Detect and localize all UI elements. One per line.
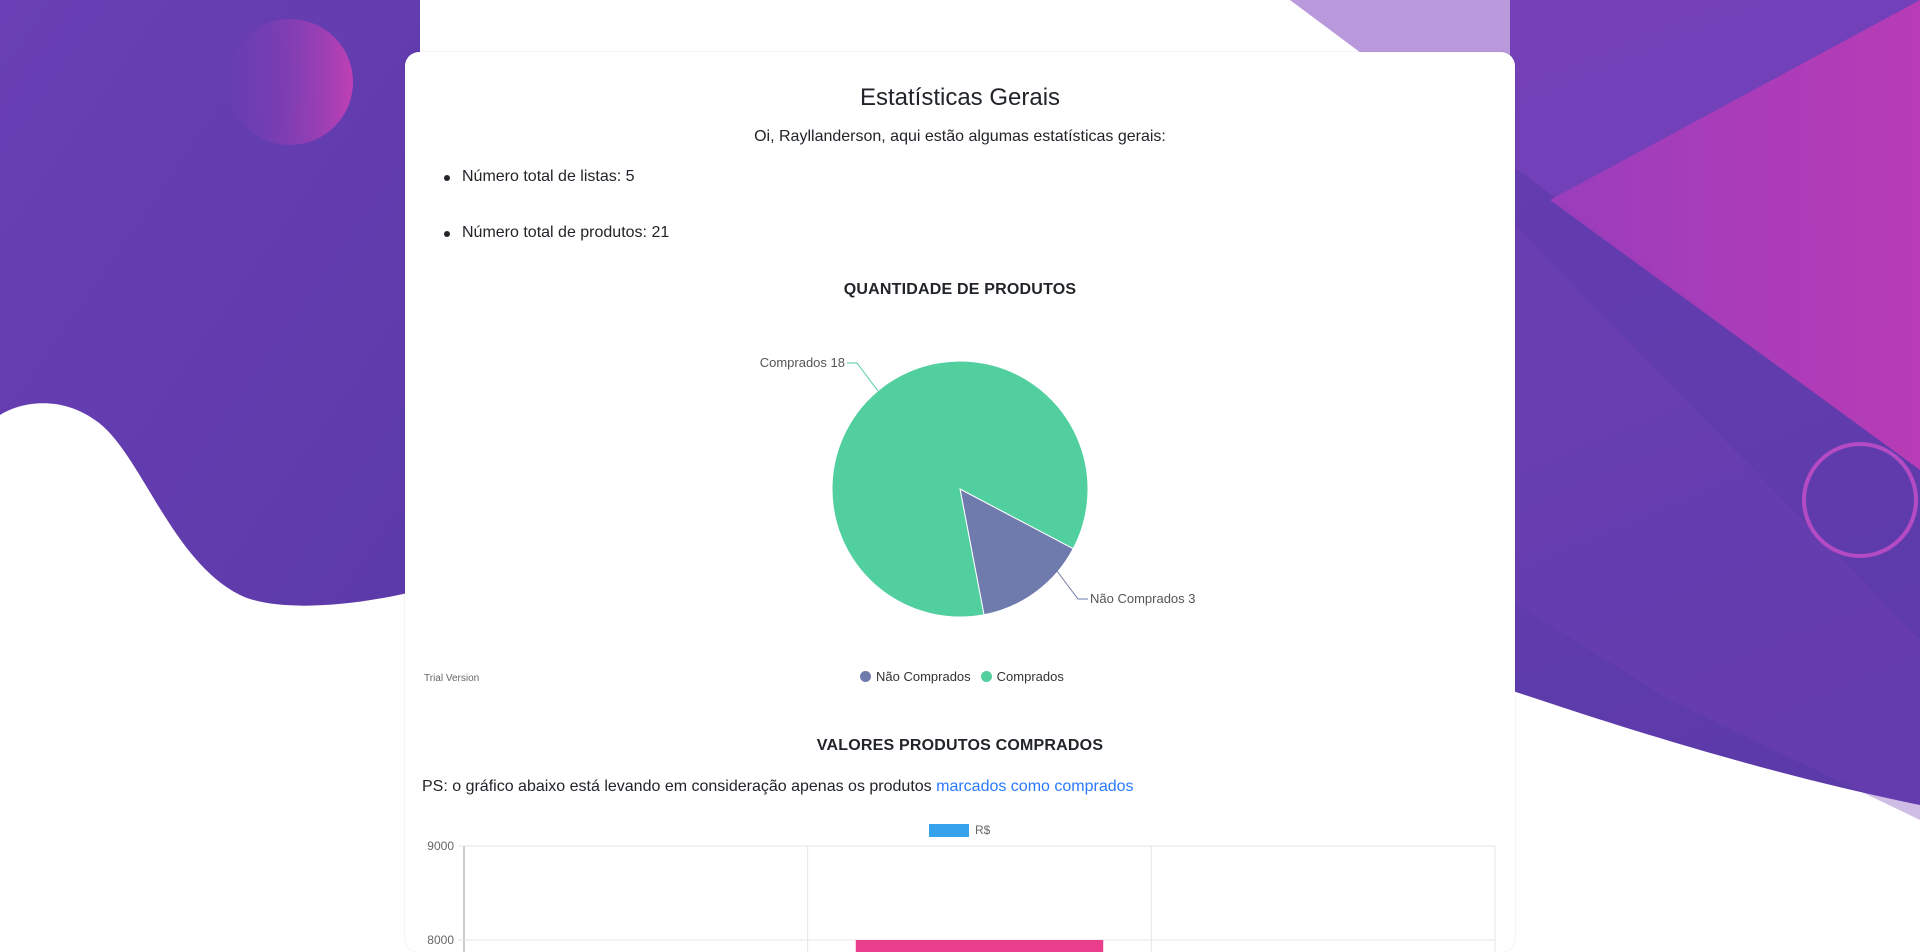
statistics-card: Estatísticas Gerais Oi, Rayllanderson, a… — [405, 52, 1515, 952]
y-tick-label: 9000 — [427, 839, 454, 853]
y-tick-label: 8000 — [427, 933, 454, 947]
bar-chart: 9000 8000 — [427, 839, 1496, 952]
bar[interactable] — [855, 940, 1104, 952]
